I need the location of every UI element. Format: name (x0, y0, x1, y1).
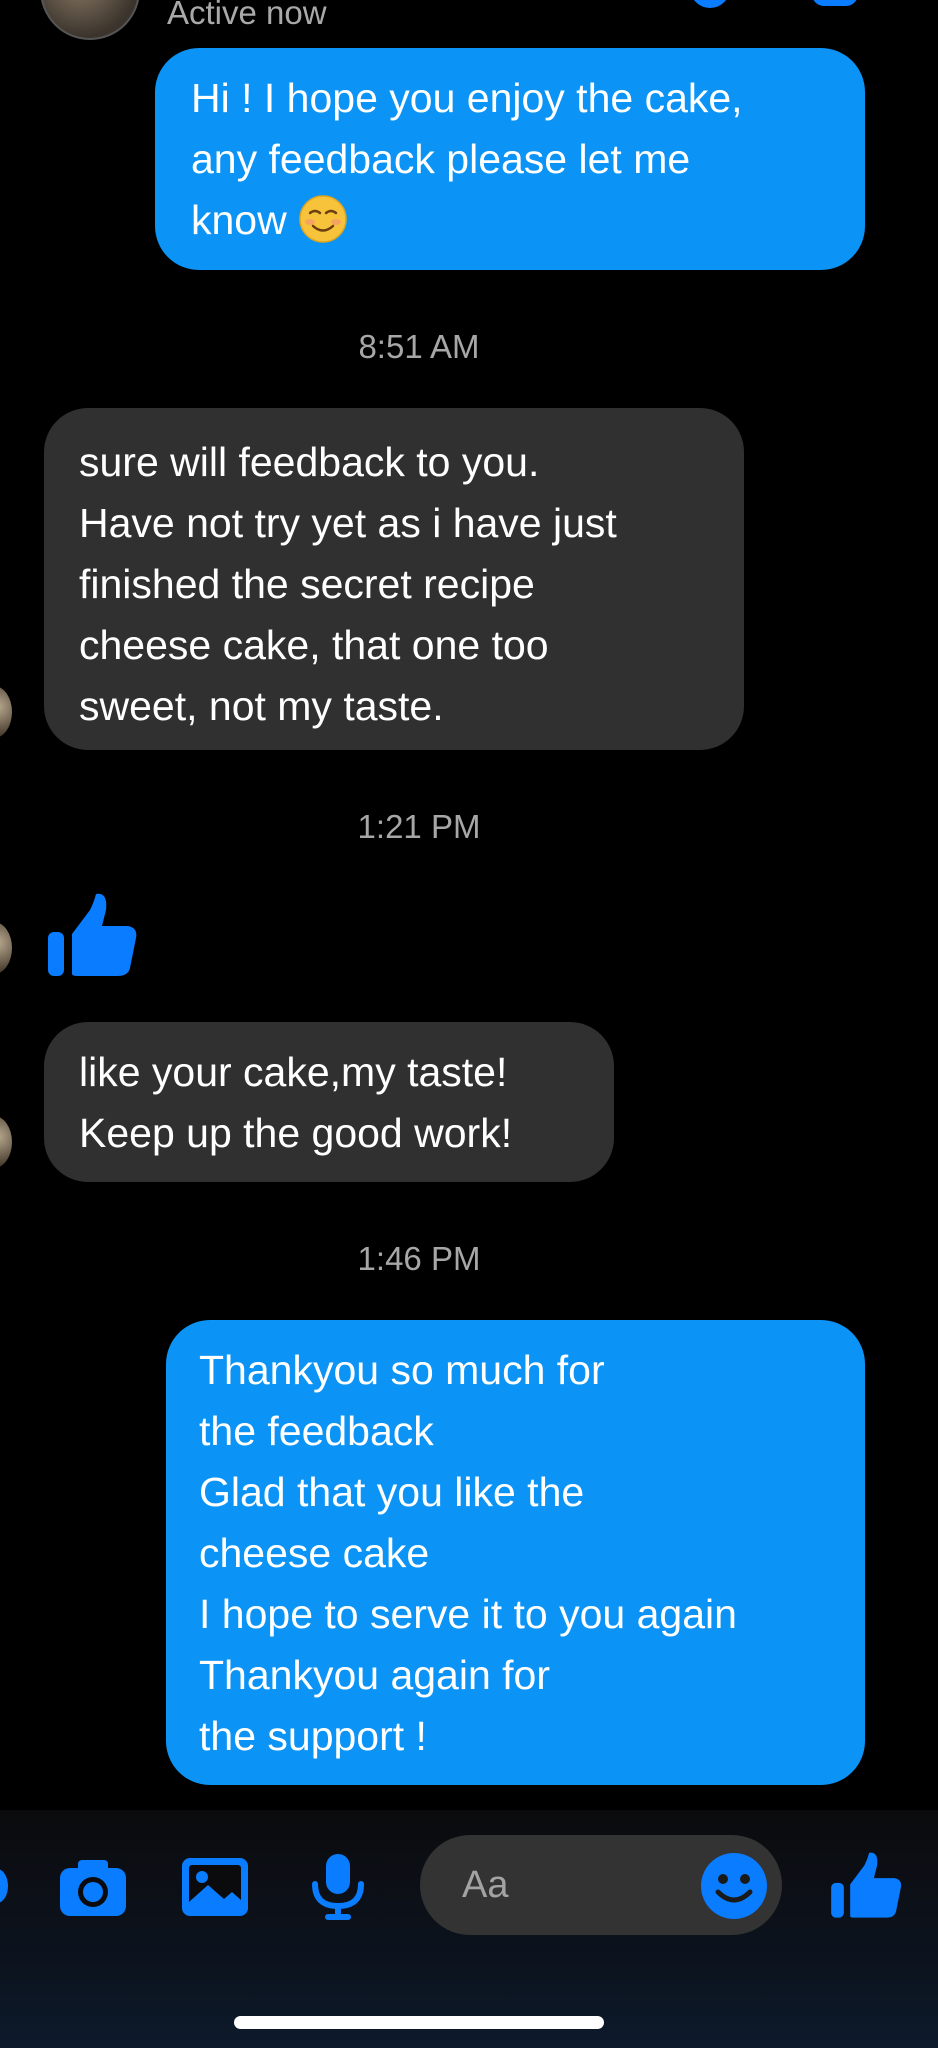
message-timestamp: 8:51 AM (358, 328, 480, 365)
microphone-icon[interactable] (303, 1852, 373, 1922)
message-timestamp: 1:46 PM (357, 1240, 481, 1277)
outgoing-message[interactable]: Hi ! I hope you enjoy the cake, any feed… (155, 48, 865, 270)
photo-icon[interactable] (180, 1852, 250, 1922)
thumbs-up-icon[interactable] (44, 888, 140, 984)
chat-screen: Active now Hi ! I hope you enjoy the cak… (0, 0, 938, 2048)
contact-avatar-small[interactable] (0, 1116, 12, 1168)
message-text: like your cake,my taste! Keep up the goo… (79, 1049, 513, 1156)
message-timestamp: 1:21 PM (357, 808, 481, 845)
contact-avatar[interactable] (40, 0, 140, 40)
video-call-icon[interactable] (812, 0, 858, 6)
smiling-face-emoji (299, 195, 347, 243)
message-text: sure will feedback to you. Have not try … (79, 439, 617, 729)
outgoing-message[interactable]: Thankyou so much for the feedback Glad t… (166, 1320, 865, 1785)
home-indicator[interactable] (234, 2016, 604, 2029)
camera-icon[interactable] (58, 1852, 128, 1922)
emoji-icon[interactable] (700, 1852, 768, 1920)
message-text: Thankyou so much for the feedback Glad t… (199, 1347, 737, 1759)
contact-avatar-small[interactable] (0, 922, 12, 974)
contact-status: Active now (167, 0, 327, 31)
contact-avatar-small[interactable] (0, 686, 12, 738)
message-text: Hi ! I hope you enjoy the cake, any feed… (191, 75, 743, 243)
thumbs-up-icon[interactable] (828, 1848, 904, 1924)
phone-call-icon[interactable] (690, 0, 730, 8)
incoming-message[interactable]: like your cake,my taste! Keep up the goo… (44, 1022, 614, 1182)
incoming-message[interactable]: sure will feedback to you. Have not try … (44, 408, 744, 750)
